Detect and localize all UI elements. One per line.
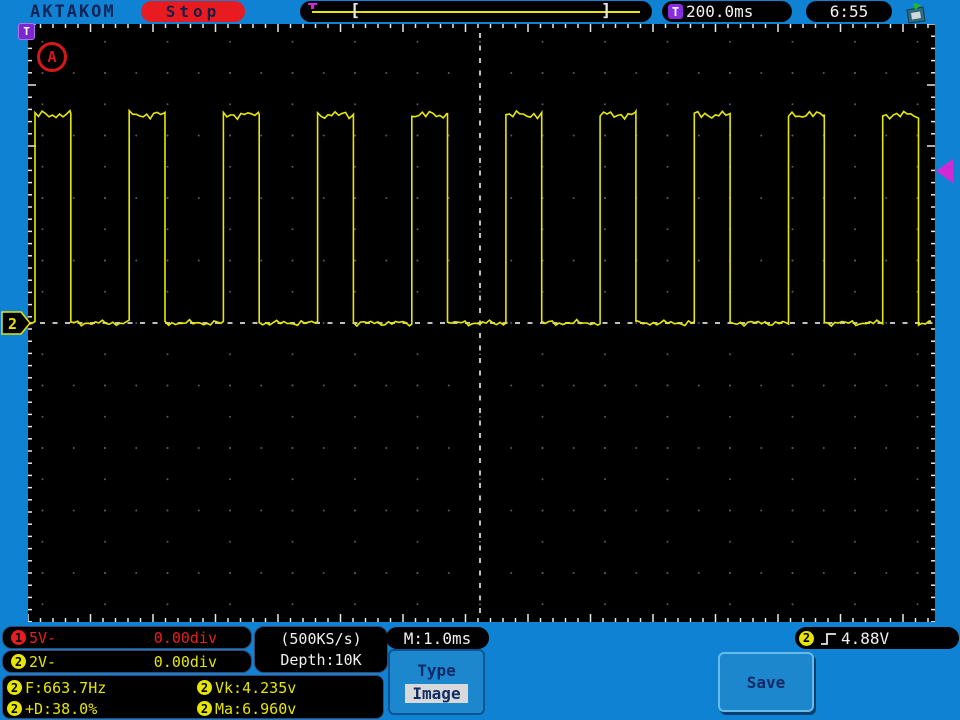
trigger-level-arrow-icon[interactable] <box>933 157 955 185</box>
channel2-marker-label: 2 <box>8 315 17 333</box>
trigger-level-readout: 2 4.88V <box>795 627 959 649</box>
measurement-vk: 2 Vk:4.235v <box>197 679 387 697</box>
trigger-delay-readout: T 200.0ms <box>662 1 792 22</box>
channel2-position-marker[interactable]: 2 <box>1 309 33 337</box>
record-depth: Depth:10K <box>280 650 362 669</box>
top-status-bar: AKTAKOM Stop [ ] T 200.0ms 6:55 <box>0 0 960 24</box>
timebase-readout: M:1.0ms <box>386 627 489 649</box>
trigger-point-icon: T <box>18 23 35 40</box>
type-menu-button[interactable]: Type Image <box>388 649 485 715</box>
channel2-icon: 2 <box>7 680 22 695</box>
type-menu-value: Image <box>405 684 468 703</box>
clock-readout: 6:55 <box>806 1 892 22</box>
type-menu-label: Type <box>417 661 456 680</box>
channel2-icon: 2 <box>7 701 22 716</box>
waveform-display <box>28 24 935 622</box>
acquisition-readout: (500KS/s) Depth:10K <box>254 626 388 673</box>
channel2-icon: 2 <box>799 630 814 646</box>
usb-storage-icon <box>906 3 926 24</box>
channel1-offset: 0.00div <box>153 628 217 647</box>
trigger-level-value: 4.88V <box>841 628 890 648</box>
measurement-max: 2 Ma:6.960v <box>197 700 387 718</box>
channel2-scale: 2V- <box>29 652 57 671</box>
sample-rate: (500KS/s) <box>280 629 362 648</box>
channel1-scale: 5V- <box>29 628 57 647</box>
trigger-position-bar: [ ] <box>300 1 652 22</box>
trigger-window-line <box>312 11 640 13</box>
channel2-icon: 2 <box>11 654 26 669</box>
channel2-offset: 0.00div <box>153 652 217 671</box>
channel2-icon: 2 <box>197 701 212 716</box>
channel2-readout: 2 2V- 0.00div <box>2 650 252 673</box>
measurement-frequency: 2 F:663.7Hz <box>7 679 197 697</box>
channel1-icon: 1 <box>11 630 26 645</box>
rising-edge-icon <box>821 632 836 645</box>
window-left-bracket: [ <box>350 1 361 21</box>
trigger-t-icon: T <box>668 4 683 19</box>
trigger-delay-value: 200.0ms <box>686 2 754 21</box>
measurement-duty: 2 +D:38.0% <box>7 700 197 718</box>
brand-logo: AKTAKOM <box>30 2 116 22</box>
acquisition-status-badge: Stop <box>141 1 245 22</box>
oscilloscope-screen: AKTAKOM Stop [ ] T 200.0ms 6:55 T A 2 1 … <box>0 0 960 720</box>
acquisition-status-label: Stop <box>165 2 221 21</box>
channel1-readout: 1 5V- 0.00div <box>2 626 252 649</box>
channel2-icon: 2 <box>197 680 212 695</box>
save-button[interactable]: Save <box>718 652 814 712</box>
auto-mode-badge: A <box>37 42 67 72</box>
window-right-bracket: ] <box>601 1 612 21</box>
measurements-box: 2 F:663.7Hz 2 Vk:4.235v 2 +D:38.0% 2 Ma:… <box>2 675 384 719</box>
